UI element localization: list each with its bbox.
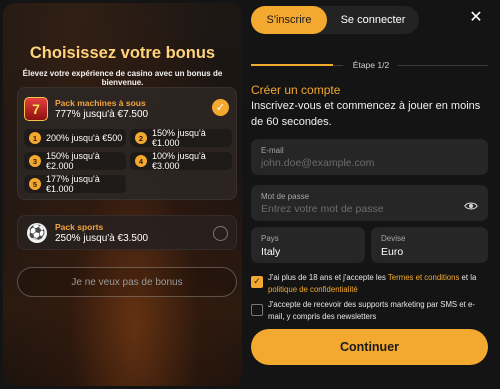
- sports-pack-radio[interactable]: [213, 226, 228, 241]
- email-field[interactable]: E-mail: [251, 139, 488, 175]
- country-select[interactable]: Pays Italy: [251, 227, 365, 263]
- selected-check-icon[interactable]: ✓: [212, 99, 229, 116]
- privacy-link[interactable]: politique de confidentialité: [268, 285, 358, 294]
- no-bonus-button[interactable]: Je ne veux pas de bonus: [17, 267, 237, 297]
- casino-pack-card[interactable]: 7 Pack machines à sous 777% jusqu'à €7.5…: [17, 87, 237, 200]
- step-label: Étape 1/2: [352, 60, 390, 70]
- sports-pack-card[interactable]: ⚽ Pack sports 250% jusqu'à €3.500: [17, 215, 237, 250]
- marketing-checkbox[interactable]: [251, 304, 263, 316]
- marketing-consent-text: J'accepte de recevoir des supports marke…: [268, 300, 475, 321]
- bonus-tier: 5 177% jusqu'à €1.000: [24, 174, 126, 194]
- bonus-tier: 2 150% jusqu'à €1.000: [130, 128, 232, 148]
- auth-tabs: S'inscrire Se connecter: [251, 6, 419, 34]
- show-password-icon[interactable]: [464, 199, 478, 213]
- step-progress-track: [333, 65, 343, 66]
- slot-machine-icon: 7: [24, 97, 48, 121]
- password-input[interactable]: [261, 203, 461, 215]
- soccer-ball-icon: ⚽: [27, 223, 47, 243]
- currency-select[interactable]: Devise Euro: [371, 227, 488, 263]
- country-value: Italy: [261, 246, 281, 258]
- bonus-tier: 4 100% jusqu'à €3.000: [130, 151, 232, 171]
- tab-login[interactable]: Se connecter: [327, 6, 419, 34]
- casino-pack-name: Pack machines à sous: [55, 98, 146, 108]
- password-field[interactable]: Mot de passe: [251, 185, 488, 221]
- terms-checkbox[interactable]: ✓: [251, 276, 263, 288]
- close-icon[interactable]: ✕: [466, 6, 486, 26]
- continue-button[interactable]: Continuer: [251, 329, 488, 365]
- bonus-title: Choisissez votre bonus: [29, 44, 216, 62]
- sports-pack-name: Pack sports: [55, 222, 104, 232]
- step-progress-done: [251, 64, 333, 66]
- casino-pack-amount: 777% jusqu'à €7.500: [55, 109, 149, 120]
- bonus-tier: 1 200% jusqu'à €500: [24, 129, 126, 147]
- form-title: Créer un compte: [251, 83, 341, 97]
- bonus-subtitle: Élevez votre expérience de casino avec u…: [22, 69, 223, 87]
- tab-signup[interactable]: S'inscrire: [251, 6, 327, 34]
- terms-consent-text: J'ai plus de 18 ans et j'accepte les Ter…: [268, 273, 477, 294]
- form-description: Inscrivez-vous et commencez à jouer en m…: [251, 100, 481, 128]
- bonus-tier: 3 150% jusqu'à €2.000: [24, 151, 126, 171]
- currency-value: Euro: [381, 246, 404, 258]
- email-input[interactable]: [261, 157, 461, 169]
- step-progress-track: [398, 65, 488, 66]
- terms-link[interactable]: Termes et conditions: [388, 273, 460, 282]
- sports-pack-amount: 250% jusqu'à €3.500: [55, 233, 149, 244]
- bonus-panel: Choisissez votre bonus Élevez votre expé…: [3, 3, 242, 386]
